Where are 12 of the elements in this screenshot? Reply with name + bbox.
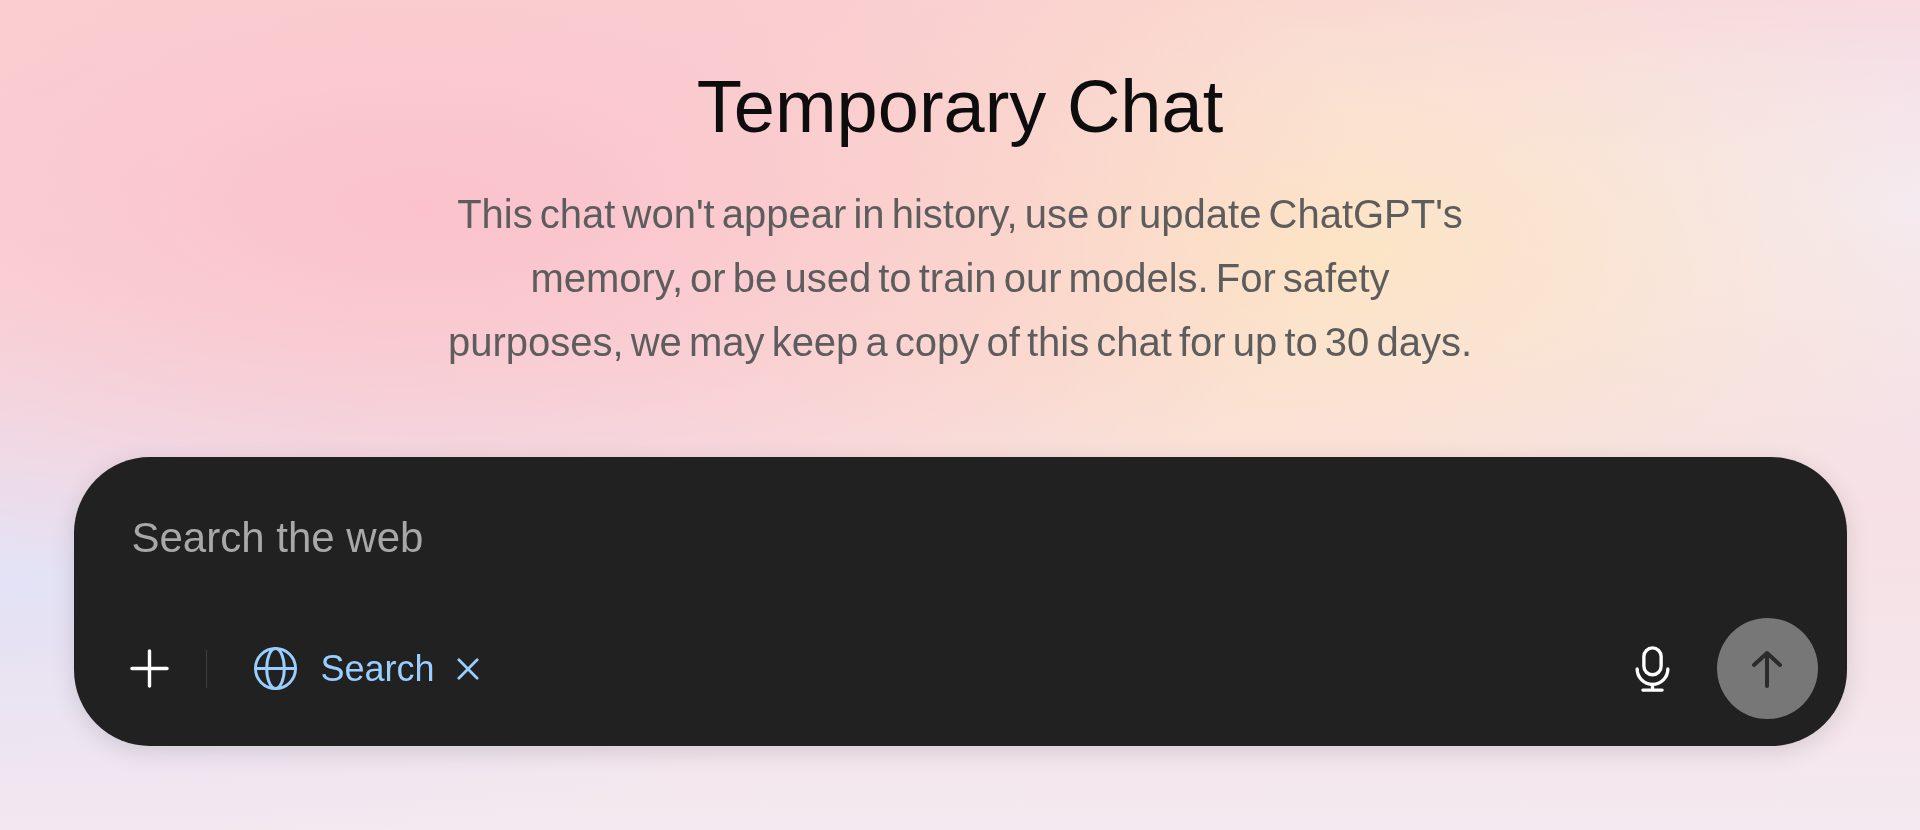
plus-icon — [129, 649, 169, 688]
notice-text: This chat won't appear in history, use or update ChatGPT's memory, or be used to train our models. For safety purposes, we may keep a copy of this chat for up to 30 days. — [446, 191, 1474, 366]
page-title: Temporary Chat — [696, 64, 1224, 150]
microphone-icon — [1634, 645, 1670, 692]
message-input[interactable]: Search the web — [131, 511, 1332, 563]
remove-tool-button[interactable] — [456, 657, 479, 680]
add-button[interactable] — [129, 649, 169, 688]
close-icon — [456, 657, 479, 680]
search-tool-button[interactable]: Search — [253, 646, 435, 691]
microphone-button[interactable] — [1634, 645, 1670, 692]
globe-icon — [253, 647, 297, 690]
arrow-up-icon — [1751, 649, 1783, 688]
